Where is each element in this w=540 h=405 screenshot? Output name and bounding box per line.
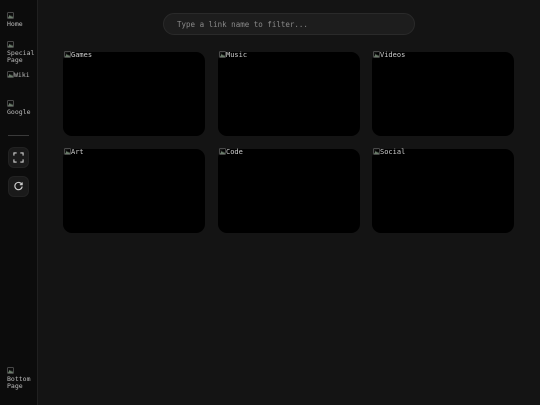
- sidebar-item-label: Wiki: [14, 71, 30, 79]
- card-title: Games: [64, 51, 92, 59]
- card-title: Art: [64, 148, 84, 156]
- card-title: Videos: [373, 51, 405, 59]
- broken-image-icon: [7, 367, 14, 374]
- card-title: Music: [219, 51, 247, 59]
- refresh-button[interactable]: [8, 176, 29, 197]
- sidebar-item-wiki[interactable]: Wiki: [7, 71, 35, 80]
- sidebar-item-label: Special Page: [7, 48, 35, 64]
- broken-image-icon: [373, 51, 380, 58]
- sidebar-item-label: Google: [7, 107, 31, 116]
- sidebar-divider: [8, 135, 29, 136]
- card-label: Art: [71, 148, 84, 156]
- card-title: Code: [219, 148, 243, 156]
- sidebar-item-special-page[interactable]: Special Page: [7, 41, 35, 65]
- sidebar-item-home[interactable]: Home: [7, 12, 35, 28]
- card-label: Music: [226, 51, 248, 59]
- refresh-icon: [14, 181, 23, 191]
- fullscreen-icon: [13, 152, 24, 163]
- sidebar-item-bottom-page[interactable]: Bottom Page: [7, 367, 35, 391]
- broken-image-icon: [7, 100, 14, 107]
- broken-image-icon: [219, 148, 226, 155]
- search-bar: [163, 13, 415, 35]
- sidebar: Home Special Page Wiki Google Bottom Pag…: [0, 0, 38, 405]
- card-social[interactable]: Social: [372, 148, 514, 233]
- broken-image-icon: [7, 41, 14, 48]
- broken-image-icon: [64, 148, 71, 155]
- card-title: Social: [373, 148, 405, 156]
- card-music[interactable]: Music: [218, 51, 360, 136]
- card-art[interactable]: Art: [63, 148, 205, 233]
- fullscreen-button[interactable]: [8, 147, 29, 168]
- card-label: Videos: [380, 51, 406, 59]
- broken-image-icon: [64, 51, 71, 58]
- card-label: Games: [71, 51, 93, 59]
- sidebar-item-google[interactable]: Google: [7, 100, 35, 116]
- search-input[interactable]: [175, 18, 404, 30]
- sidebar-item-label: Home: [7, 19, 23, 28]
- card-videos[interactable]: Videos: [372, 51, 514, 136]
- broken-image-icon: [7, 12, 14, 19]
- main-content: Games Music Videos Art: [38, 0, 540, 405]
- card-label: Social: [380, 148, 406, 156]
- broken-image-icon: [219, 51, 226, 58]
- broken-image-icon: [7, 71, 14, 78]
- sidebar-item-label: Bottom Page: [7, 374, 31, 390]
- broken-image-icon: [373, 148, 380, 155]
- card-label: Code: [226, 148, 243, 156]
- card-code[interactable]: Code: [218, 148, 360, 233]
- card-games[interactable]: Games: [63, 51, 205, 136]
